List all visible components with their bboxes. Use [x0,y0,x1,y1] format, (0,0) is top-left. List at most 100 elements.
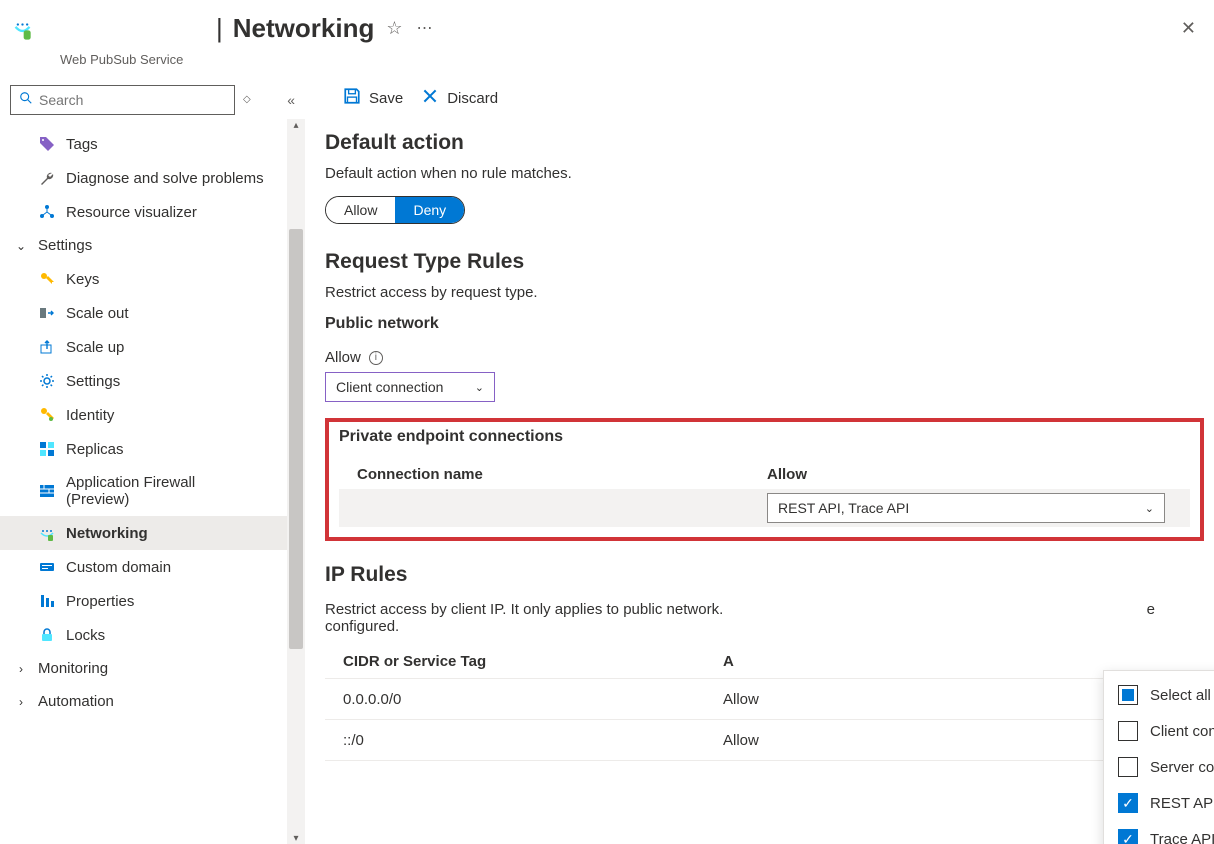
sidebar-item-label: Replicas [66,441,124,458]
ip-action-value: Allow [723,732,1149,749]
chevron-down-icon: ⌄ [475,381,484,394]
dd-option-rest[interactable]: ✓ REST API [1104,785,1214,821]
dd-option-client[interactable]: Client connection [1104,713,1214,749]
dropdown-value: REST API, Trace API [778,500,909,516]
chevron-down-icon: ⌄ [1145,502,1154,515]
sidebar-item-app-firewall[interactable]: Application Firewall (Preview) [0,466,305,516]
sidebar-item-scale-out[interactable]: Scale out [0,296,305,330]
ip-cidr-value: ::/0 [343,732,723,749]
pec-allow-dropdown-menu: Select all Client connection Server conn… [1103,670,1214,844]
search-sort-icon[interactable]: ◇ [243,96,251,104]
ip-col-cidr: CIDR or Service Tag [343,653,723,670]
sidebar-item-properties[interactable]: Properties [0,584,305,618]
close-icon[interactable]: ✕ [1175,12,1202,45]
chevron-down-icon: ⌄ [14,239,28,253]
request-rules-desc: Restrict access by request type. [325,284,1214,301]
checkbox-checked-icon: ✓ [1118,793,1138,813]
ip-rule-row: 0.0.0.0/0 Allow ⋯ [325,679,1214,720]
sidebar-item-label: Properties [66,593,134,610]
sidebar-group-settings[interactable]: ⌄ Settings [0,229,305,262]
ip-col-action: A [723,653,1196,670]
sidebar-item-label: Tags [66,136,98,153]
request-rules-title: Request Type Rules [325,250,1214,274]
checkbox-indeterminate-icon [1118,685,1138,705]
public-network-label: Public network [325,315,1214,333]
sidebar-item-replicas[interactable]: Replicas [0,432,305,466]
more-menu-icon[interactable]: ⋯ [416,18,433,38]
save-icon [343,87,361,109]
sidebar-item-label: Automation [38,693,114,710]
public-allow-dropdown[interactable]: Client connection ⌄ [325,372,495,402]
tag-icon [38,135,56,153]
favorite-star-icon[interactable]: ☆ [386,18,402,39]
default-action-desc: Default action when no rule matches. [325,165,1214,182]
private-endpoint-highlight: Private endpoint connections Connection … [325,418,1204,541]
pec-col-name: Connection name [357,466,767,483]
sidebar-item-label: Monitoring [38,660,108,677]
dd-option-label: Trace API [1150,831,1214,844]
search-input[interactable] [39,92,226,108]
toggle-allow[interactable]: Allow [326,197,395,223]
sidebar-item-label: Custom domain [66,559,171,576]
properties-icon [38,592,56,610]
service-icon [12,14,40,42]
identity-icon [38,406,56,424]
collapse-sidebar-icon[interactable]: « [287,92,295,108]
sidebar-item-label: Settings [66,373,120,390]
info-icon[interactable]: i [369,351,383,365]
sidebar-scrollbar[interactable]: ▴ ▾ [287,119,305,844]
checkbox-unchecked-icon [1118,757,1138,777]
discard-button[interactable]: Discard [421,87,498,109]
save-label: Save [369,90,403,107]
sidebar-item-resource-visualizer[interactable]: Resource visualizer [0,195,305,229]
sidebar-item-label: Keys [66,271,99,288]
scroll-up-icon[interactable]: ▴ [290,119,302,131]
visualizer-icon [38,203,56,221]
ip-rule-row: ::/0 Allow ⋯ [325,720,1214,761]
domain-icon [38,558,56,576]
dd-option-label: Client connection [1150,723,1214,740]
sidebar-item-identity[interactable]: Identity [0,398,305,432]
sidebar: ◇ « Tags Diagnose and solve problems [0,73,305,844]
sidebar-item-diagnose[interactable]: Diagnose and solve problems [0,161,305,195]
default-action-toggle[interactable]: Allow Deny [325,196,465,224]
sidebar-item-locks[interactable]: Locks [0,618,305,652]
chevron-right-icon: › [14,662,28,676]
save-button[interactable]: Save [343,87,403,109]
main-content: Save Discard Default action Default acti… [305,73,1214,844]
sidebar-search[interactable] [10,85,235,115]
sidebar-item-label: Settings [38,237,92,254]
sidebar-item-custom-domain[interactable]: Custom domain [0,550,305,584]
scale-out-icon [38,304,56,322]
checkbox-checked-icon: ✓ [1118,829,1138,844]
sidebar-group-monitoring[interactable]: › Monitoring [0,652,305,685]
sidebar-item-label: Diagnose and solve problems [66,170,264,187]
lock-icon [38,626,56,644]
ip-action-value: Allow [723,691,1149,708]
sidebar-item-keys[interactable]: Keys [0,262,305,296]
service-type-label: Web PubSub Service [0,52,1214,73]
allow-label: Allow [325,349,361,366]
dd-option-trace[interactable]: ✓ Trace API [1104,821,1214,844]
scroll-down-icon[interactable]: ▾ [290,832,302,844]
sidebar-item-settings[interactable]: Settings [0,364,305,398]
sidebar-item-networking[interactable]: Networking [0,516,305,550]
ip-rules-title: IP Rules [325,563,1214,587]
dd-option-label: Server connection [1150,759,1214,776]
dd-option-select-all[interactable]: Select all [1104,677,1214,713]
sidebar-item-tags[interactable]: Tags [0,127,305,161]
sidebar-group-automation[interactable]: › Automation [0,685,305,718]
key-icon [38,270,56,288]
scroll-thumb[interactable] [289,229,303,649]
dd-option-server[interactable]: Server connection [1104,749,1214,785]
ip-rules-desc: Restrict access by client IP. It only ap… [325,601,1145,635]
sidebar-item-label: Locks [66,627,105,644]
search-icon [19,91,33,110]
sidebar-item-scale-up[interactable]: Scale up [0,330,305,364]
title-separator: | [216,13,223,44]
gear-icon [38,372,56,390]
toggle-deny[interactable]: Deny [395,197,464,223]
pec-title: Private endpoint connections [339,428,1190,446]
pec-allow-dropdown[interactable]: REST API, Trace API ⌄ [767,493,1165,523]
sidebar-item-label: Identity [66,407,114,424]
